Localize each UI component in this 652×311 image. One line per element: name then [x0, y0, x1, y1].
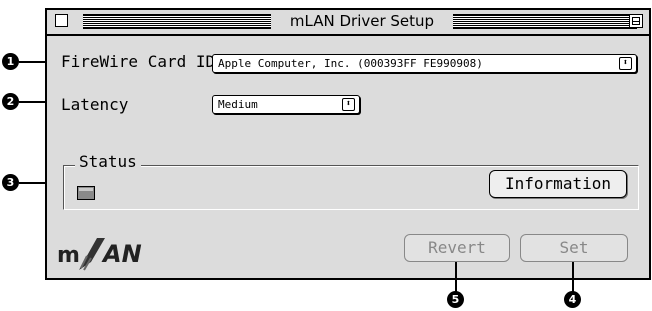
callout-badge-2: 2: [2, 93, 19, 110]
title-bar-stripes-left: [83, 14, 271, 29]
callout-badge-5: 5: [447, 291, 464, 308]
information-button[interactable]: Information: [489, 170, 627, 198]
callout-badge-4: 4: [564, 291, 581, 308]
popup-arrows-icon: ⬍: [619, 57, 632, 70]
firewire-card-id-value: Apple Computer, Inc. (000393FF FE990908): [218, 57, 483, 70]
close-box-icon[interactable]: [55, 14, 68, 27]
firewire-card-id-label: FireWire Card ID: [61, 52, 216, 71]
latency-popup[interactable]: Medium ⬍: [212, 95, 360, 114]
callout-badge-3: 3: [2, 174, 19, 191]
set-button[interactable]: Set: [520, 234, 628, 262]
status-indicator-icon: [77, 186, 95, 200]
latency-label: Latency: [61, 95, 129, 114]
zoom-box-icon[interactable]: [629, 14, 643, 28]
svg-text:m: m: [57, 243, 80, 268]
title-bar-stripes-right: [453, 14, 637, 29]
firewire-card-id-popup[interactable]: Apple Computer, Inc. (000393FF FE990908)…: [212, 54, 637, 73]
mlan-logo: m AN: [57, 232, 207, 272]
callout-line-5: [455, 262, 457, 292]
mlan-logo-icon: m AN: [57, 238, 142, 271]
title-bar[interactable]: mLAN Driver Setup: [47, 10, 649, 36]
mlan-logo-text: AN: [101, 240, 142, 268]
callout-line-4: [572, 262, 574, 292]
revert-button[interactable]: Revert: [404, 234, 510, 262]
window-title: mLAN Driver Setup: [271, 12, 453, 30]
popup-arrows-icon: ⬍: [342, 98, 355, 111]
callout-badge-1: 1: [2, 53, 19, 70]
status-label: Status: [75, 152, 141, 171]
driver-setup-window: mLAN Driver Setup FireWire Card ID Apple…: [45, 8, 651, 280]
latency-value: Medium: [218, 98, 258, 111]
